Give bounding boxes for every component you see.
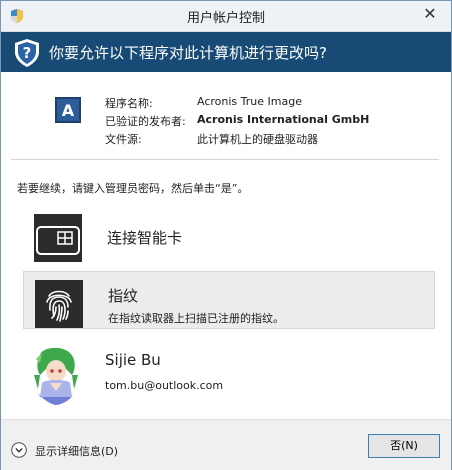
publisher-value: Acronis International GmbH: [197, 113, 370, 126]
chevron-down-icon: [11, 442, 27, 458]
fingerprint-option-subtitle: 在指纹读取器上扫描已注册的指纹。: [108, 312, 284, 325]
origin-label: 文件源:: [105, 133, 142, 146]
title-bar: 用户帐户控制 ✕: [1, 1, 451, 32]
close-button[interactable]: ✕: [415, 3, 445, 25]
account-email: tom.bu@outlook.com: [105, 379, 224, 392]
no-button[interactable]: 否(N): [368, 434, 440, 458]
user-avatar: [32, 345, 80, 407]
password-prompt: 若要继续，请键入管理员密码，然后单击“是”。: [17, 182, 249, 195]
program-name-label: 程序名称:: [105, 97, 153, 110]
fingerprint-icon: [35, 280, 83, 328]
publisher-label: 已验证的发布者:: [105, 115, 186, 128]
smartcard-option[interactable]: 连接智能卡: [23, 206, 433, 262]
question-banner: ? 你要允许以下程序对此计算机进行更改吗?: [1, 32, 451, 72]
account-name[interactable]: Sijie Bu: [105, 351, 161, 369]
program-name-value: Acronis True Image: [197, 95, 302, 108]
window-title: 用户帐户控制: [186, 11, 265, 26]
security-shield-icon: ?: [15, 39, 39, 67]
fingerprint-option-title: 指纹: [108, 287, 139, 305]
question-text: 你要允许以下程序对此计算机进行更改吗?: [49, 44, 327, 62]
smartcard-option-label: 连接智能卡: [107, 229, 183, 247]
svg-text:?: ?: [23, 44, 32, 62]
footer-bar: 显示详细信息(D) 否(N): [1, 419, 451, 470]
acronis-app-icon: A: [55, 97, 81, 123]
smartcard-icon: [34, 214, 82, 262]
show-details-label: 显示详细信息(D): [35, 445, 119, 458]
origin-value: 此计算机上的硬盘驱动器: [197, 133, 318, 146]
section-divider: [11, 159, 439, 160]
app-icon-letter: A: [62, 101, 75, 120]
close-icon: ✕: [423, 4, 437, 23]
uac-dialog: 用户帐户控制 ✕ ? 你要允许以下程序对此计算机进行更改吗? A 程序名称: A…: [0, 0, 452, 470]
fingerprint-option[interactable]: 指纹 在指纹读取器上扫描已注册的指纹。: [23, 271, 435, 329]
